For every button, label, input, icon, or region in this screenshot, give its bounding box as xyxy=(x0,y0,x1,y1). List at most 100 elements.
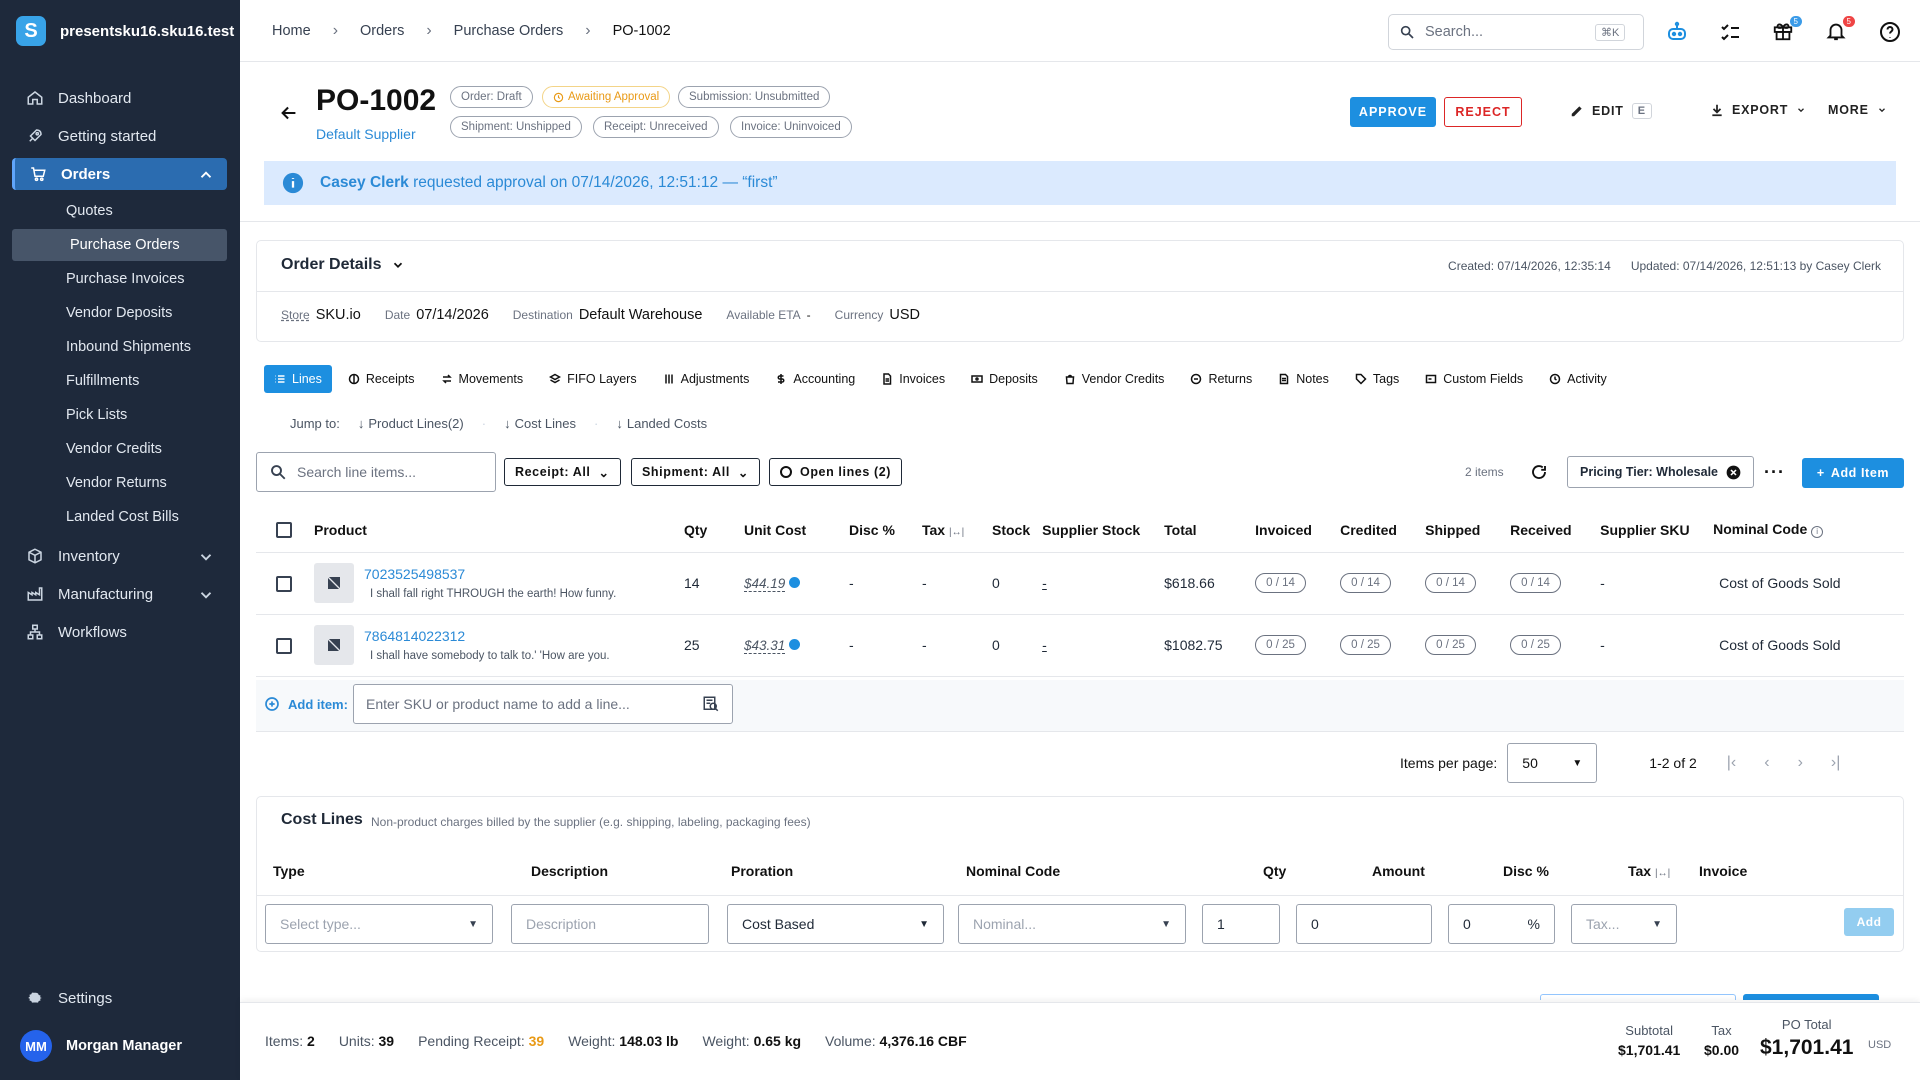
tab-activity[interactable]: Activity xyxy=(1539,365,1617,393)
tax-cell[interactable]: - xyxy=(916,552,986,615)
first-page-icon[interactable]: |‹ xyxy=(1727,754,1736,772)
tab-receipts[interactable]: Receipts xyxy=(338,365,425,393)
col-tax[interactable]: Tax |↔| xyxy=(916,508,986,553)
order-details-toggle[interactable]: Order Details xyxy=(281,256,405,274)
user-menu[interactable]: MM Morgan Manager xyxy=(20,1030,182,1062)
nominal-code-cell[interactable]: Cost of Goods Sold xyxy=(1707,614,1904,677)
col-supplier-sku[interactable]: Supplier SKU xyxy=(1594,508,1708,553)
col-supplier-stock[interactable]: Supplier Stock xyxy=(1036,508,1159,553)
unit-cost-cell[interactable]: $43.31 xyxy=(738,614,843,677)
approve-button[interactable]: APPROVE xyxy=(1350,97,1436,127)
sidebar-sub-vendor-deposits[interactable]: Vendor Deposits xyxy=(12,297,227,329)
notifications-button[interactable]: 5 xyxy=(1825,16,1855,44)
col-unit-cost[interactable]: Unit Cost xyxy=(738,508,843,553)
product-sku-link[interactable]: 7864814022312 xyxy=(364,628,610,644)
sidebar-item-settings[interactable]: Settings xyxy=(12,982,227,1014)
gift-button[interactable]: 5 xyxy=(1772,16,1802,44)
more-button[interactable]: MORE xyxy=(1828,103,1887,117)
product-sku-link[interactable]: 7023525498537 xyxy=(364,566,616,582)
back-arrow-icon[interactable] xyxy=(278,102,300,124)
export-button[interactable]: EXPORT xyxy=(1710,103,1806,117)
tab-custom-fields[interactable]: Custom Fields xyxy=(1415,365,1533,393)
sidebar-item-dashboard[interactable]: Dashboard xyxy=(12,82,227,114)
supplier-sku-cell[interactable]: - xyxy=(1594,552,1708,615)
table-row[interactable]: 7864814022312 I shall have somebody to t… xyxy=(256,614,1904,677)
cost-tax-select[interactable]: Tax... ▼ xyxy=(1571,904,1677,944)
next-page-icon[interactable]: › xyxy=(1798,754,1803,772)
pricing-tier-chip[interactable]: Pricing Tier: Wholesale xyxy=(1567,456,1755,488)
robot-icon[interactable] xyxy=(1665,20,1689,44)
sidebar-item-workflows[interactable]: Workflows xyxy=(12,616,227,648)
search-catalog-icon[interactable] xyxy=(702,695,720,713)
col-disc[interactable]: Disc % xyxy=(843,508,916,553)
tab-movements[interactable]: Movements xyxy=(431,365,534,393)
select-all-checkbox[interactable] xyxy=(276,522,292,539)
per-page-select[interactable]: 50 ▼ xyxy=(1507,743,1598,783)
tab-lines[interactable]: Lines xyxy=(264,365,332,393)
tab-notes[interactable]: Notes xyxy=(1268,365,1339,393)
cost-amount-input[interactable]: 0 xyxy=(1296,904,1432,944)
sidebar-sub-fulfillments[interactable]: Fulfillments xyxy=(12,365,227,397)
col-credited[interactable]: Credited xyxy=(1334,508,1420,553)
search-input[interactable] xyxy=(1425,24,1585,40)
col-product[interactable]: Product xyxy=(308,508,678,553)
last-page-icon[interactable]: ›| xyxy=(1831,754,1840,772)
add-item-button[interactable]: + Add Item xyxy=(1802,458,1904,488)
cost-type-select[interactable]: Select type... ▼ xyxy=(265,904,493,944)
sidebar-sub-vendor-returns[interactable]: Vendor Returns xyxy=(12,467,227,499)
tab-tags[interactable]: Tags xyxy=(1345,365,1409,393)
sidebar-sub-vendor-credits[interactable]: Vendor Credits xyxy=(12,433,227,465)
add-cost-line-button[interactable]: Add xyxy=(1844,908,1894,936)
refresh-icon[interactable] xyxy=(1530,463,1548,481)
receipt-filter[interactable]: Receipt: All ⌄ xyxy=(504,458,621,486)
add-item-input[interactable] xyxy=(366,696,686,712)
add-item-field[interactable] xyxy=(353,684,733,724)
line-search-input[interactable] xyxy=(297,464,477,480)
col-stock[interactable]: Stock xyxy=(986,508,1037,553)
row-checkbox[interactable] xyxy=(276,637,292,654)
tax-cell[interactable]: - xyxy=(916,614,986,677)
brand[interactable]: S presentsku16.sku16.test xyxy=(16,16,234,46)
tab-accounting[interactable]: Accounting xyxy=(765,365,865,393)
breadcrumb-purchase-orders[interactable]: Purchase Orders xyxy=(454,23,564,39)
cost-proration-select[interactable]: Cost Based ▼ xyxy=(727,904,944,944)
cost-disc-input[interactable]: 0% xyxy=(1448,904,1555,944)
partial-button-outline[interactable] xyxy=(1540,994,1736,1000)
prev-page-icon[interactable]: ‹ xyxy=(1764,754,1769,772)
tab-vendor-credits[interactable]: Vendor Credits xyxy=(1054,365,1175,393)
breadcrumb-orders[interactable]: Orders xyxy=(360,23,404,39)
sidebar-sub-pick-lists[interactable]: Pick Lists xyxy=(12,399,227,431)
col-total[interactable]: Total xyxy=(1158,508,1250,553)
sidebar-item-orders[interactable]: Orders xyxy=(12,158,227,190)
tab-adjustments[interactable]: Adjustments xyxy=(653,365,760,393)
sidebar-sub-quotes[interactable]: Quotes xyxy=(12,195,227,227)
jump-product-lines[interactable]: ↓ Product Lines(2) xyxy=(358,416,464,431)
tab-deposits[interactable]: Deposits xyxy=(961,365,1048,393)
shipment-filter[interactable]: Shipment: All ⌄ xyxy=(631,458,760,486)
reject-button[interactable]: REJECT xyxy=(1444,97,1522,127)
sidebar-sub-purchase-orders[interactable]: Purchase Orders xyxy=(12,229,227,261)
disc-cell[interactable]: - xyxy=(843,552,916,615)
qty-cell[interactable]: 14 xyxy=(678,552,738,615)
jump-cost-lines[interactable]: ↓ Cost Lines xyxy=(504,416,576,431)
unit-cost-cell[interactable]: $44.19 xyxy=(738,552,843,615)
col-qty[interactable]: Qty xyxy=(678,508,738,553)
cost-nominal-select[interactable]: Nominal... ▼ xyxy=(958,904,1186,944)
open-lines-toggle[interactable]: Open lines (2) xyxy=(769,458,903,486)
partial-button-filled[interactable] xyxy=(1743,994,1879,1000)
disc-cell[interactable]: - xyxy=(843,614,916,677)
cost-description-input[interactable]: Description xyxy=(511,904,709,944)
cost-qty-input[interactable]: 1 xyxy=(1202,904,1280,944)
close-icon[interactable] xyxy=(1726,465,1741,480)
tab-fifo-layers[interactable]: FIFO Layers xyxy=(539,365,646,393)
col-nominal-code[interactable]: Nominal Code i xyxy=(1707,508,1904,553)
qty-cell[interactable]: 25 xyxy=(678,614,738,677)
col-shipped[interactable]: Shipped xyxy=(1419,508,1505,553)
row-checkbox[interactable] xyxy=(276,575,292,592)
edit-button[interactable]: EDIT E xyxy=(1570,103,1652,119)
breadcrumb-home[interactable]: Home xyxy=(272,23,311,39)
sidebar-sub-inbound-shipments[interactable]: Inbound Shipments xyxy=(12,331,227,363)
tab-returns[interactable]: Returns xyxy=(1180,365,1262,393)
more-options-icon[interactable]: ··· xyxy=(1764,462,1785,483)
jump-landed-costs[interactable]: ↓ Landed Costs xyxy=(616,416,707,431)
